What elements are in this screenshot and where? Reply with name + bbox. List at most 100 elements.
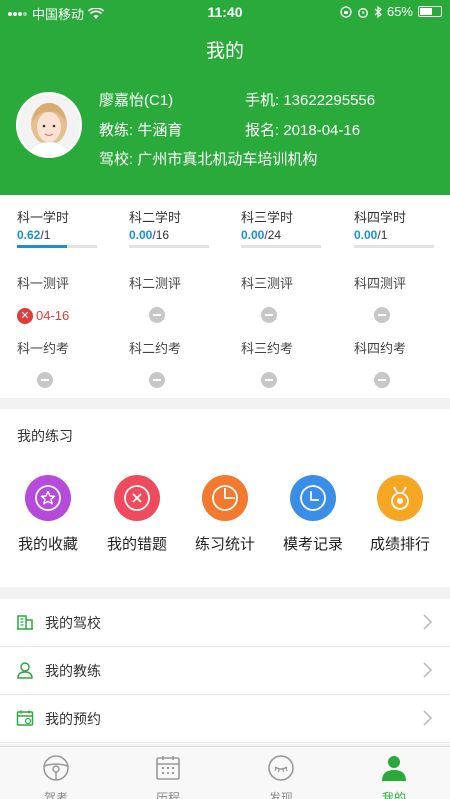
evaluation-subject-2[interactable]: 科二测评 — [129, 273, 241, 323]
minus-circle-icon — [261, 307, 277, 323]
hours-total: /1 — [40, 228, 51, 242]
profile-header: 我的 廖嘉怡(C1) 手机: 13622295556 教练: 牛涵育 报名: 2… — [0, 24, 450, 195]
hours-progress-bar — [17, 245, 97, 248]
phone-number: 手机: 13622295556 — [245, 92, 376, 109]
menu-item-my-appointments[interactable]: 我的预约 — [0, 695, 450, 743]
chevron-right-icon — [423, 710, 433, 726]
alarm-icon — [358, 7, 368, 18]
building-icon — [17, 615, 33, 630]
discover-icon — [268, 755, 294, 781]
tab-bar: 驾考 历程 发现 我的 — [0, 746, 450, 799]
calendar-icon — [16, 710, 34, 726]
coach-name: 教练: 牛涵育 — [99, 122, 183, 139]
tab-discover[interactable]: 发现 — [225, 747, 337, 799]
menu-item-my-school[interactable]: 我的驾校 — [0, 599, 450, 647]
favorites-label: 我的收藏 — [17, 536, 78, 553]
minus-circle-icon — [149, 372, 165, 388]
progress-section: 科一学时 0.62/1 科二学时 0.00/16 科三学时 0.00/24 科四… — [0, 195, 450, 398]
menu-label: 我的预约 — [45, 711, 101, 727]
score-ranking-label: 成绩排行 — [369, 536, 430, 553]
minus-circle-icon — [374, 307, 390, 323]
tab-label: 发现 — [268, 791, 293, 799]
exam-booking-subject-2[interactable]: 科二约考 — [129, 338, 241, 388]
hours-subject-2[interactable]: 科二学时 0.00/16 — [129, 207, 241, 248]
hours-label: 科三学时 — [241, 210, 294, 225]
hours-progress-bar — [241, 245, 321, 248]
hours-subject-1[interactable]: 科一学时 0.62/1 — [17, 207, 129, 248]
tab-history[interactable]: 历程 — [112, 747, 224, 799]
exam-label: 科四约考 — [354, 341, 407, 356]
tab-driving-test[interactable]: 驾考 — [0, 747, 112, 799]
hours-label: 科四学时 — [354, 210, 407, 225]
exam-label: 科一约考 — [17, 341, 70, 356]
practice-title: 我的练习 — [17, 428, 73, 444]
hours-subject-3[interactable]: 科三学时 0.00/24 — [241, 207, 353, 248]
pie-chart-icon — [202, 475, 248, 521]
minus-circle-icon — [149, 307, 165, 323]
practice-section: 我的练习 我的收藏 我的错题 练习统计 模考记录 成绩排行 — [0, 409, 450, 587]
menu-label: 我的驾校 — [45, 615, 101, 631]
evaluation-label: 科二测评 — [129, 276, 182, 291]
wrong-questions-label: 我的错题 — [106, 536, 167, 553]
exam-label: 科三约考 — [241, 341, 294, 356]
exam-label: 科二约考 — [129, 341, 182, 356]
evaluation-status: ✕ 04-16 — [17, 307, 129, 325]
rotation-lock-icon — [340, 5, 352, 18]
hours-value: 0.00/1 — [354, 228, 450, 242]
exam-booking-subject-4[interactable]: 科四约考 — [354, 338, 450, 388]
exam-booking-subject-1[interactable]: 科一约考 — [17, 338, 129, 388]
minus-circle-icon — [261, 372, 277, 388]
evaluation-subject-3[interactable]: 科三测评 — [241, 273, 353, 323]
practice-stats-button[interactable]: 练习统计 — [180, 475, 270, 554]
hours-progress-bar — [354, 245, 434, 248]
hours-current: 0.00 — [354, 228, 378, 242]
hours-total: /16 — [152, 228, 170, 242]
evaluation-subject-4[interactable]: 科四测评 — [354, 273, 450, 323]
hours-progress-bar — [129, 245, 209, 248]
battery-level — [420, 8, 433, 15]
signup-date: 报名: 2018-04-16 — [245, 122, 361, 139]
favorites-button[interactable]: 我的收藏 — [3, 475, 93, 554]
menu-list: 我的驾校 我的教练 我的预约 — [0, 599, 450, 744]
person-icon — [382, 756, 406, 781]
mock-exam-records-label: 模考记录 — [282, 536, 343, 553]
hours-value: 0.62/1 — [17, 228, 129, 242]
exam-booking-subject-3[interactable]: 科三约考 — [241, 338, 353, 388]
minus-circle-icon — [374, 372, 390, 388]
hours-current: 0.62 — [17, 228, 41, 242]
tab-label: 驾考 — [43, 791, 68, 799]
evaluation-label: 科一测评 — [17, 276, 70, 291]
evaluation-label: 科三测评 — [241, 276, 294, 291]
steering-wheel-icon — [43, 755, 69, 781]
avatar[interactable] — [16, 92, 82, 158]
hours-value: 0.00/16 — [129, 228, 241, 242]
hours-total: /24 — [264, 228, 282, 242]
close-circle-icon — [114, 475, 160, 521]
failed-icon: ✕ — [17, 307, 33, 324]
tab-label: 历程 — [155, 791, 180, 799]
minus-circle-icon — [37, 372, 53, 388]
driving-school: 驾校: 广州市真北机动车培训机构 — [99, 151, 318, 168]
menu-label: 我的教练 — [45, 663, 101, 679]
bluetooth-icon — [374, 5, 382, 18]
menu-item-my-coach[interactable]: 我的教练 — [0, 647, 450, 695]
star-icon — [25, 475, 71, 521]
clock-icon — [290, 475, 336, 521]
wrong-questions-button[interactable]: 我的错题 — [92, 475, 182, 554]
tab-mine[interactable]: 我的 — [338, 747, 450, 799]
score-ranking-button[interactable]: 成绩排行 — [355, 475, 445, 554]
status-bar: 中国移动 11:40 65% — [0, 0, 450, 24]
student-name: 廖嘉怡(C1) — [99, 92, 174, 109]
status-right: 65% — [340, 4, 442, 19]
chevron-right-icon — [423, 662, 433, 678]
page-title: 我的 — [205, 41, 244, 62]
mock-exam-records-button[interactable]: 模考记录 — [268, 475, 358, 554]
hours-total: /1 — [377, 228, 388, 242]
practice-stats-label: 练习统计 — [194, 536, 255, 553]
hours-label: 科一学时 — [17, 210, 70, 225]
hours-subject-4[interactable]: 科四学时 0.00/1 — [354, 207, 450, 248]
hours-value: 0.00/24 — [241, 228, 353, 242]
chevron-right-icon — [423, 614, 433, 630]
evaluation-subject-1[interactable]: 科一测评 ✕ 04-16 — [17, 273, 129, 325]
hours-label: 科二学时 — [129, 210, 182, 225]
